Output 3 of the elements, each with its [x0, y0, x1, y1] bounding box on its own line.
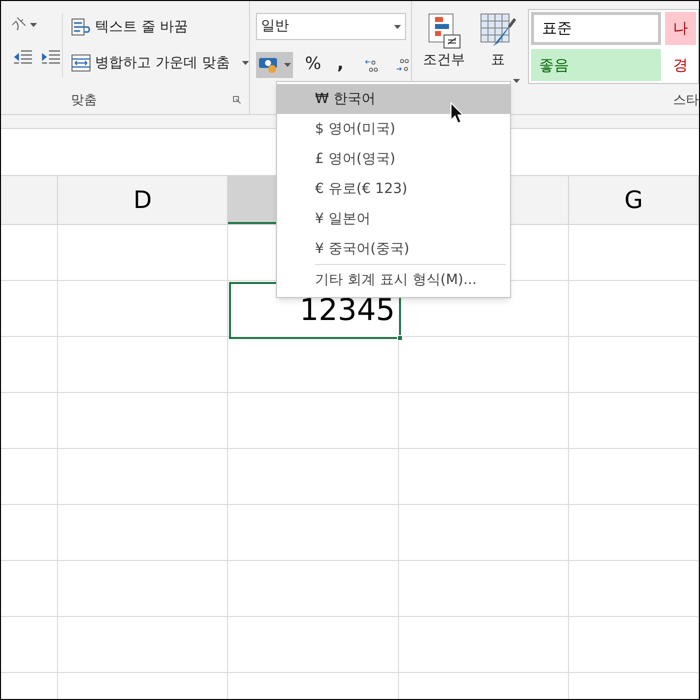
- number-format-value: 일반: [261, 17, 289, 36]
- group-label: 맞춤: [71, 92, 97, 110]
- group-label: 스타: [673, 92, 699, 110]
